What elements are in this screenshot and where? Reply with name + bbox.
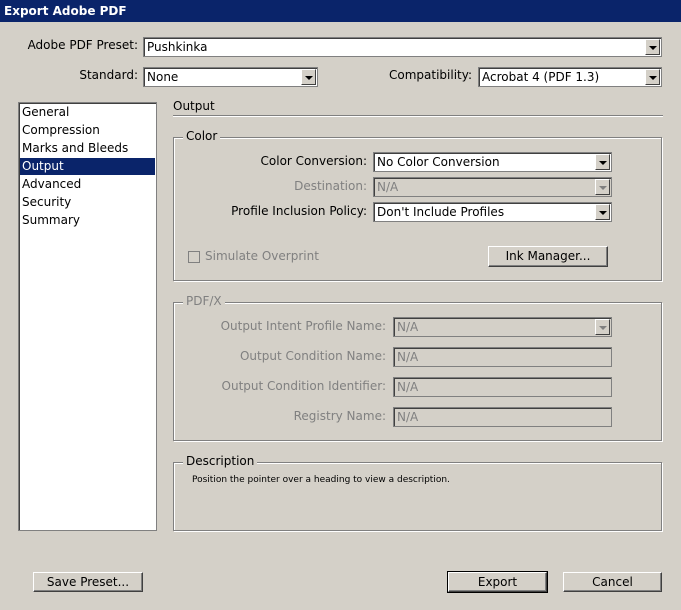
destination-value: N/A — [377, 180, 399, 194]
output-condition-identifier-value: N/A — [397, 380, 419, 394]
window-title: Export Adobe PDF — [0, 0, 681, 22]
chevron-down-icon[interactable] — [595, 154, 610, 170]
preset-label: Adobe PDF Preset: — [27, 38, 138, 52]
destination-label: Destination: — [294, 179, 367, 193]
simulate-overprint-label: Simulate Overprint — [205, 249, 319, 263]
destination-select: N/A — [373, 177, 612, 197]
cancel-button[interactable]: Cancel — [563, 572, 662, 592]
sidebar-item-summary[interactable]: Summary — [20, 212, 155, 229]
sidebar-item-compression[interactable]: Compression — [20, 122, 155, 139]
sidebar-item-security[interactable]: Security — [20, 194, 155, 211]
output-condition-name-label: Output Condition Name: — [239, 349, 386, 363]
color-group-title: Color — [183, 129, 221, 143]
chevron-down-icon — [595, 319, 610, 335]
chevron-down-icon — [595, 179, 610, 195]
sidebar-item-general[interactable]: General — [20, 104, 155, 121]
chevron-down-icon[interactable] — [595, 204, 610, 220]
profile-inclusion-select[interactable]: Don't Include Profiles — [373, 202, 612, 222]
sidebar-item-advanced[interactable]: Advanced — [20, 176, 155, 193]
color-conversion-select[interactable]: No Color Conversion — [373, 152, 612, 172]
sidebar-item-marks-and-bleeds[interactable]: Marks and Bleeds — [20, 140, 155, 157]
compatibility-select[interactable]: Acrobat 4 (PDF 1.3) — [478, 67, 662, 87]
output-condition-identifier-label: Output Condition Identifier: — [221, 379, 386, 393]
profile-inclusion-label: Profile Inclusion Policy: — [231, 204, 367, 218]
export-button[interactable]: Export — [447, 571, 548, 593]
color-conversion-label: Color Conversion: — [260, 154, 367, 168]
sidebar-item-output[interactable]: Output — [20, 158, 155, 175]
chevron-down-icon[interactable] — [301, 69, 316, 85]
description-text: Position the pointer over a heading to v… — [192, 475, 450, 485]
output-intent-label: Output Intent Profile Name: — [220, 319, 386, 333]
standard-select[interactable]: None — [143, 67, 318, 87]
simulate-overprint-checkbox — [188, 251, 200, 263]
ink-manager-button[interactable]: Ink Manager... — [488, 246, 608, 267]
profile-inclusion-value: Don't Include Profiles — [377, 205, 505, 219]
panel-divider — [173, 115, 663, 117]
registry-name-value: N/A — [397, 410, 419, 424]
sidebar-list[interactable]: General Compression Marks and Bleeds Out… — [18, 102, 157, 531]
registry-name-field: N/A — [393, 407, 612, 427]
output-intent-value: N/A — [397, 320, 419, 334]
output-condition-identifier-field: N/A — [393, 377, 612, 397]
compatibility-value: Acrobat 4 (PDF 1.3) — [482, 70, 600, 84]
panel-title: Output — [173, 99, 215, 113]
chevron-down-icon[interactable] — [645, 69, 660, 85]
color-conversion-value: No Color Conversion — [377, 155, 500, 169]
preset-select[interactable]: Pushkinka — [143, 37, 662, 57]
compatibility-label: Compatibility: — [388, 68, 472, 82]
chevron-down-icon[interactable] — [645, 39, 660, 55]
description-group — [173, 462, 662, 531]
preset-value: Pushkinka — [147, 40, 208, 54]
description-group-title: Description — [183, 454, 258, 468]
standard-label: Standard: — [79, 68, 138, 82]
pdfx-group-title: PDF/X — [183, 294, 225, 308]
registry-name-label: Registry Name: — [293, 409, 386, 423]
save-preset-button[interactable]: Save Preset... — [33, 572, 143, 592]
output-condition-name-value: N/A — [397, 350, 419, 364]
output-intent-select: N/A — [393, 317, 612, 337]
output-condition-name-field: N/A — [393, 347, 612, 367]
standard-value: None — [147, 70, 179, 84]
